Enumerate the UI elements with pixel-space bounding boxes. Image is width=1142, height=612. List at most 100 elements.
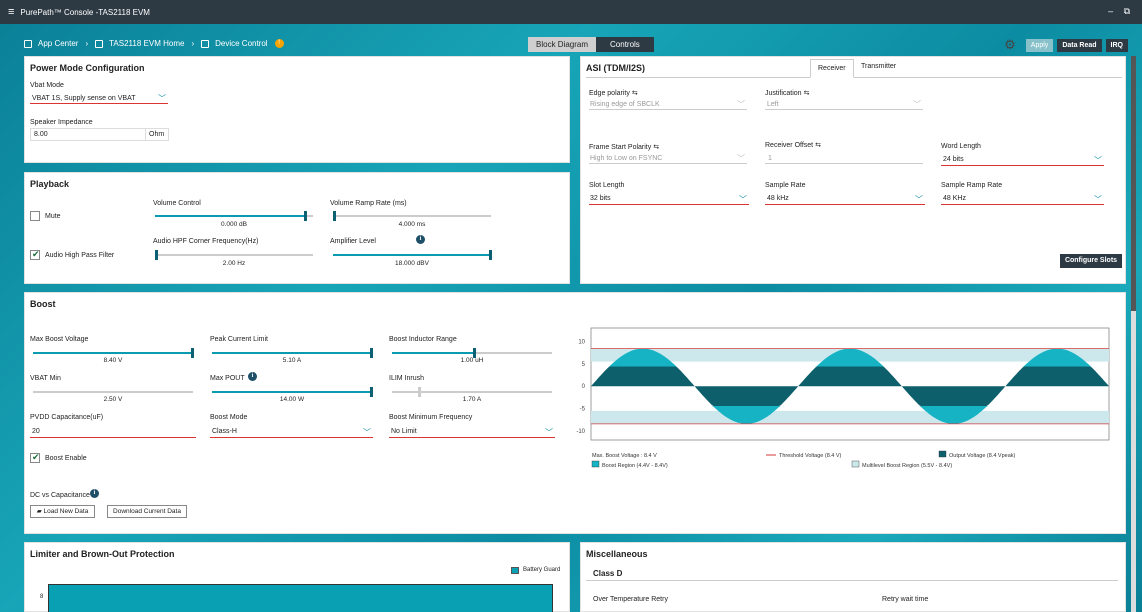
vertical-scrollbar[interactable] <box>1131 56 1136 612</box>
edge-polarity-value: Rising edge of SBCLK <box>590 101 660 108</box>
vbat-mode-select[interactable]: ﹀ <box>30 94 168 104</box>
frame-start-polarity-value: High to Low on FSYNC <box>590 155 663 162</box>
inductor-range-label: Boost Inductor Range <box>389 336 457 343</box>
ilim-inrush-slider[interactable] <box>392 387 552 397</box>
hpf-label: Audio High Pass Filter <box>45 252 115 259</box>
menu-icon[interactable]: ≡ <box>8 6 14 18</box>
slider-thumb[interactable] <box>489 250 492 260</box>
amplifier-level-slider[interactable] <box>333 250 492 260</box>
amplifier-level-value: 18.000 dBV <box>395 260 429 267</box>
configure-slots-button[interactable]: Configure Slots <box>1060 254 1122 268</box>
max-boost-slider[interactable] <box>33 348 194 358</box>
tab-divider <box>586 77 1122 78</box>
y-tick-label: 5 <box>582 362 586 368</box>
ramp-value: 4.000 ms <box>398 221 426 228</box>
sample-ramp-rate-select[interactable]: ﹀ <box>941 195 1104 205</box>
usb-icon: ⇆ <box>631 90 638 97</box>
max-pout-label: Max POUT <box>210 375 245 382</box>
asi-panel: ASI (TDM/I2S) Receiver Transmitter Edge … <box>580 56 1126 284</box>
inductor-range-value: 1.00 uH <box>460 357 484 364</box>
boost-enable-label: Boost Enable <box>45 455 87 462</box>
chevron-down-icon: ﹀ <box>1094 195 1102 204</box>
max-pout-value: 14.00 W <box>279 396 305 403</box>
slider-thumb[interactable] <box>304 211 307 221</box>
tab-block-diagram[interactable]: Block Diagram <box>528 37 597 52</box>
boost-enable-checkbox[interactable] <box>30 452 40 463</box>
peak-current-value: 5.10 A <box>282 357 302 364</box>
chevron-down-icon: ﹀ <box>737 154 745 163</box>
pvdd-capacitance-label: PVDD Capacitance(uF) <box>30 414 104 421</box>
amplifier-level-label: Amplifier Level <box>330 238 376 245</box>
tab-controls[interactable]: Controls <box>596 37 654 52</box>
ramp-slider[interactable] <box>333 211 491 221</box>
edge-polarity-text: Edge polarity <box>589 90 630 97</box>
legend-max-boost: Max. Boost Voltage : 8.4 V <box>592 453 657 459</box>
y-tick-label: -10 <box>576 429 585 435</box>
panel-title: ASI (TDM/I2S) <box>586 63 646 73</box>
word-length-label: Word Length <box>941 143 981 150</box>
gear-icon[interactable]: ⚙ <box>1004 37 1016 53</box>
sample-rate-select[interactable]: ﹀ <box>765 195 925 205</box>
panel-title: Playback <box>30 179 70 189</box>
boost-mode-select[interactable]: ﹀ <box>210 428 373 438</box>
panel-title: Miscellaneous <box>586 549 648 559</box>
download-current-data-button[interactable]: Download Current Data <box>107 505 187 518</box>
chevron-down-icon: ﹀ <box>158 94 166 103</box>
data-read-button[interactable]: Data Read <box>1057 38 1102 52</box>
slider-thumb[interactable] <box>333 211 336 221</box>
slot-length-value: 32 bits <box>590 195 611 202</box>
y-tick-label: 10 <box>578 339 585 345</box>
justification-label: Justification ⇆ <box>765 89 809 97</box>
info-icon[interactable]: i <box>90 489 99 498</box>
inductor-range-slider[interactable] <box>392 348 552 358</box>
impedance-unit-label: Ohm <box>149 131 165 138</box>
boost-mode-value: Class-H <box>212 428 237 435</box>
tab-receiver[interactable]: Receiver <box>810 59 854 78</box>
min-frequency-select[interactable]: ﹀ <box>389 428 555 438</box>
folder-icon: ▰ <box>36 508 44 515</box>
hpf-checkbox[interactable] <box>30 249 40 260</box>
peak-current-label: Peak Current Limit <box>210 336 268 343</box>
scrollbar-thumb[interactable] <box>1131 56 1136 311</box>
chevron-down-icon: ﹀ <box>739 195 747 204</box>
vbat-min-slider[interactable] <box>33 391 193 393</box>
hpf-frequency-value: 2.00 Hz <box>222 260 246 267</box>
window-controls[interactable]: – ⧉ <box>1108 6 1134 17</box>
ilim-inrush-value: 1.70 A <box>462 396 482 403</box>
min-frequency-value: No Limit <box>391 428 417 435</box>
info-icon[interactable]: i <box>416 235 425 244</box>
warning-icon[interactable]: ! <box>274 39 284 48</box>
breadcrumb-device-control[interactable]: Device Control <box>215 39 267 48</box>
over-temperature-retry-label: Over Temperature Retry <box>593 596 668 603</box>
chevron-down-icon: ﹀ <box>363 428 371 437</box>
mute-checkbox[interactable] <box>30 211 40 221</box>
ramp-label: Volume Ramp Rate (ms) <box>330 200 407 207</box>
sample-ramp-rate-value: 48 KHz <box>943 195 966 202</box>
apply-button[interactable]: Apply <box>1025 38 1054 52</box>
tab-transmitter[interactable]: Transmitter <box>859 63 898 70</box>
boost-chart: 10 5 0 -5 -10 Max. Boost Voltage : 8.4 V Thres… <box>576 327 1110 469</box>
max-pout-slider[interactable] <box>212 387 373 397</box>
word-length-select[interactable]: ﹀ <box>941 156 1104 166</box>
legend-boost-region: Boost Region (4.4V - 8.4V) <box>602 463 668 469</box>
breadcrumb-app-center[interactable]: App Center <box>38 39 78 48</box>
irq-button[interactable]: IRQ <box>1105 38 1128 52</box>
pvdd-capacitance-field[interactable] <box>30 437 196 438</box>
word-length-value: 24 bits <box>943 156 964 163</box>
peak-current-slider[interactable] <box>212 348 373 358</box>
receiver-offset-value: 1 <box>768 155 772 162</box>
speaker-impedance-field[interactable]: 8.00 <box>30 128 146 141</box>
slot-length-select[interactable]: ﹀ <box>589 195 749 205</box>
justification-text: Justification <box>765 90 802 97</box>
volume-slider[interactable] <box>155 211 313 221</box>
multilevel-band-bottom <box>591 410 1109 424</box>
chevron-down-icon: ﹀ <box>545 428 553 437</box>
min-frequency-label: Boost Minimum Frequency <box>389 414 473 421</box>
frame-start-polarity-label: Frame Start Polarity ⇆ <box>589 143 659 151</box>
info-icon[interactable]: i <box>248 372 257 381</box>
slider-thumb[interactable] <box>155 250 158 260</box>
hpf-frequency-slider[interactable] <box>155 250 313 260</box>
load-new-data-button[interactable]: ▰ Load New Data <box>30 505 95 518</box>
breadcrumb-evm-home[interactable]: TAS2118 EVM Home <box>109 39 184 48</box>
speaker-impedance-label: Speaker Impedance <box>30 119 93 126</box>
